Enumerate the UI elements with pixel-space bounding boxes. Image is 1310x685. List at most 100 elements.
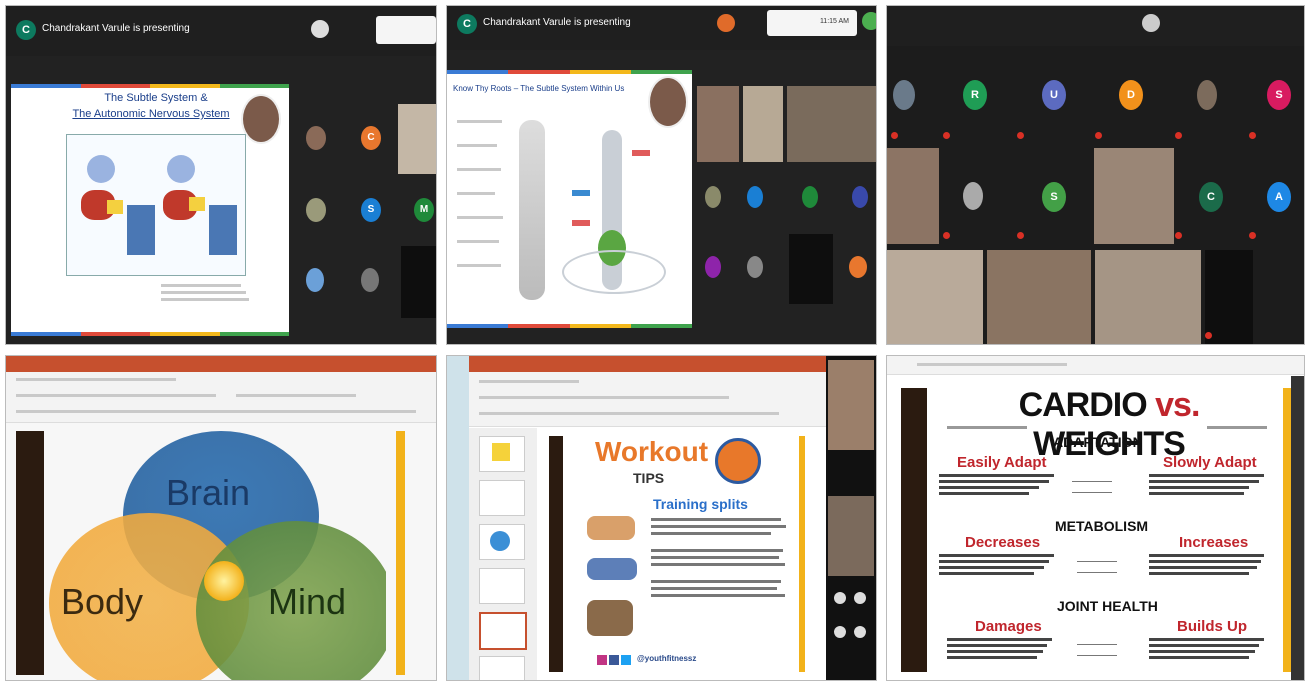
participant-photo[interactable] xyxy=(306,268,324,292)
participant-tile[interactable]: R xyxy=(963,80,987,110)
participant-name xyxy=(1175,232,1225,240)
ppt-ribbon xyxy=(469,372,826,427)
desktop-background xyxy=(447,356,469,680)
participant-photo[interactable] xyxy=(747,256,763,278)
browser-top-bar xyxy=(887,356,1304,375)
participant-name xyxy=(1095,132,1145,140)
arrow-compare xyxy=(1072,481,1112,493)
participant-tile[interactable]: S xyxy=(1042,182,1066,212)
participant-tile[interactable]: A xyxy=(1267,182,1291,212)
venn-center-glow xyxy=(204,561,244,601)
participant-video-off[interactable] xyxy=(1205,250,1253,344)
slide-thumbnail[interactable] xyxy=(479,436,525,472)
participant-tile[interactable]: C xyxy=(1199,182,1223,212)
pinned-user-avatar[interactable] xyxy=(1142,14,1160,32)
exercise-figure xyxy=(587,516,635,540)
participant-tile[interactable]: S xyxy=(361,198,381,222)
meeting-controls[interactable] xyxy=(376,16,436,44)
participant-tile[interactable] xyxy=(705,256,721,278)
participant-video[interactable] xyxy=(828,496,874,576)
arrow-compare xyxy=(1077,561,1117,573)
venn-label-body: Body xyxy=(61,581,144,622)
slide-title-line-2: The Autonomic Nervous System xyxy=(72,108,230,120)
clock-label: 11:15 AM xyxy=(819,18,849,25)
meeting-controls[interactable]: 11:15 AM xyxy=(767,10,857,36)
label-slowly-adapt: Slowly Adapt xyxy=(1163,454,1257,471)
slide-title: CARDIO vs. WEIGHTS xyxy=(959,386,1259,464)
participant-video[interactable] xyxy=(887,250,983,344)
panel-ppt-workout: Workout TIPS Training splits @youthfitne… xyxy=(446,355,877,681)
participant-video[interactable] xyxy=(787,86,876,162)
participant-video[interactable] xyxy=(828,360,874,450)
meet-top-bar: C Chandrakant Varule is presenting 11:15… xyxy=(447,6,876,50)
participant-photo[interactable] xyxy=(893,80,915,110)
pinned-user-avatar[interactable] xyxy=(717,14,735,32)
participant-tile[interactable] xyxy=(802,186,818,208)
slide-gold-bar xyxy=(396,431,405,675)
participant-video[interactable] xyxy=(887,148,939,244)
slide-gold-bar xyxy=(799,436,805,672)
participant-video-off[interactable] xyxy=(401,246,436,318)
participant-tile[interactable] xyxy=(852,186,868,208)
participant-icon[interactable] xyxy=(834,626,846,638)
window-controls[interactable] xyxy=(326,359,426,369)
participant-video[interactable] xyxy=(398,104,436,174)
panel-meet-subtle-system: C Chandrakant Varule is presenting 11:15… xyxy=(446,5,877,345)
participant-video[interactable] xyxy=(743,86,783,162)
participant-tile[interactable]: U xyxy=(1042,80,1066,110)
title-vs: vs. xyxy=(1155,386,1200,424)
slide-title-line-1: The Subtle System & xyxy=(104,92,208,104)
presenter-avatar: C xyxy=(457,14,477,34)
slide-thumbnail[interactable] xyxy=(479,656,525,680)
participant-video-off[interactable] xyxy=(789,234,833,304)
participant-name xyxy=(891,132,941,140)
panel-cardio-vs-weights: CARDIO vs. WEIGHTS ADAPTATION Easily Ada… xyxy=(886,355,1305,681)
participant-tile[interactable]: S xyxy=(1267,80,1291,110)
participant-icon[interactable] xyxy=(854,592,866,604)
participant-photo[interactable] xyxy=(361,268,379,292)
participant-tile[interactable] xyxy=(747,186,763,208)
slide-bottom-stripe xyxy=(447,324,692,328)
participant-icon[interactable] xyxy=(854,626,866,638)
section-metabolism: METABOLISM xyxy=(1055,518,1149,534)
slide-thumbnail[interactable] xyxy=(479,524,525,560)
workout-icon xyxy=(715,438,761,484)
meeting-controls[interactable] xyxy=(887,6,992,32)
slide-thumbnail[interactable] xyxy=(479,480,525,516)
slide-thumbnail[interactable] xyxy=(479,568,525,604)
participant-video[interactable] xyxy=(987,250,1091,344)
participant-name xyxy=(1205,332,1255,340)
participant-tile[interactable] xyxy=(849,256,867,278)
pinned-user-avatar[interactable] xyxy=(311,20,329,38)
slide-torn-edge xyxy=(549,436,563,672)
self-avatar[interactable] xyxy=(862,12,876,30)
training-splits-heading: Training splits xyxy=(653,496,748,512)
slide-torn-edge xyxy=(16,431,44,675)
participant-photo[interactable] xyxy=(963,182,983,210)
participant-icon[interactable] xyxy=(834,592,846,604)
tips-text-block xyxy=(651,518,791,597)
participant-photo[interactable] xyxy=(306,126,326,150)
pinned-user-label xyxy=(332,21,362,28)
participant-tile[interactable]: C xyxy=(361,126,381,150)
video-strip xyxy=(826,356,876,680)
right-side-strip xyxy=(1291,376,1304,680)
participant-tile[interactable]: D xyxy=(1119,80,1143,110)
participant-name xyxy=(1017,132,1067,140)
presenting-label: Chandrakant Varule is presenting xyxy=(483,17,631,28)
tips-subtitle: TIPS xyxy=(633,470,665,486)
participant-name xyxy=(1017,232,1067,240)
chakra-list xyxy=(457,120,517,267)
nervous-system-diagram xyxy=(66,134,246,276)
participant-video[interactable] xyxy=(697,86,739,162)
participant-video[interactable] xyxy=(1095,250,1201,344)
participant-name xyxy=(1249,132,1299,140)
participant-photo[interactable] xyxy=(306,198,326,222)
slide-thumbnail-selected[interactable] xyxy=(479,612,527,650)
participant-tile[interactable]: M xyxy=(414,198,434,222)
participant-video[interactable] xyxy=(1094,148,1174,244)
meet-top-bar: C Chandrakant Varule is presenting xyxy=(6,6,436,56)
social-handle: @youthfitnessz xyxy=(637,654,697,663)
participant-photo[interactable] xyxy=(1197,80,1217,110)
participant-photo[interactable] xyxy=(705,186,721,208)
